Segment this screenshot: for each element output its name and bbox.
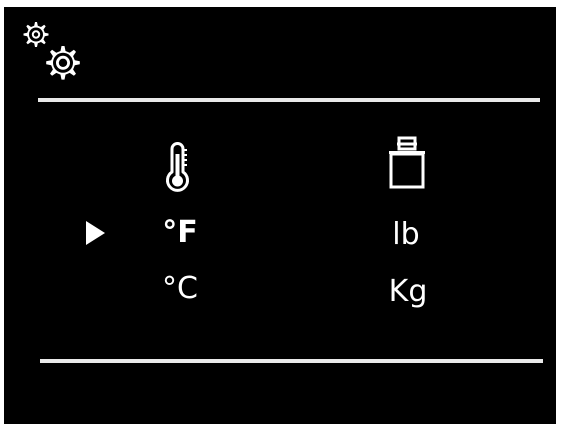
kilogram-option[interactable]: Kg [382,275,434,309]
weight-icon [389,136,425,189]
settings-gears-icon[interactable] [16,18,96,98]
celsius-option[interactable]: °C [154,272,206,306]
pound-option[interactable]: lb [384,218,428,252]
fahrenheit-option[interactable]: °F [156,216,204,250]
thermometer-icon [166,142,189,192]
bottom-divider [40,359,543,363]
small-gear-icon [23,22,49,47]
selection-cursor-triangle-right-icon [86,221,105,245]
large-gear-icon [46,46,80,80]
settings-screen: °F °C lb Kg [4,7,556,424]
top-divider [38,98,540,102]
